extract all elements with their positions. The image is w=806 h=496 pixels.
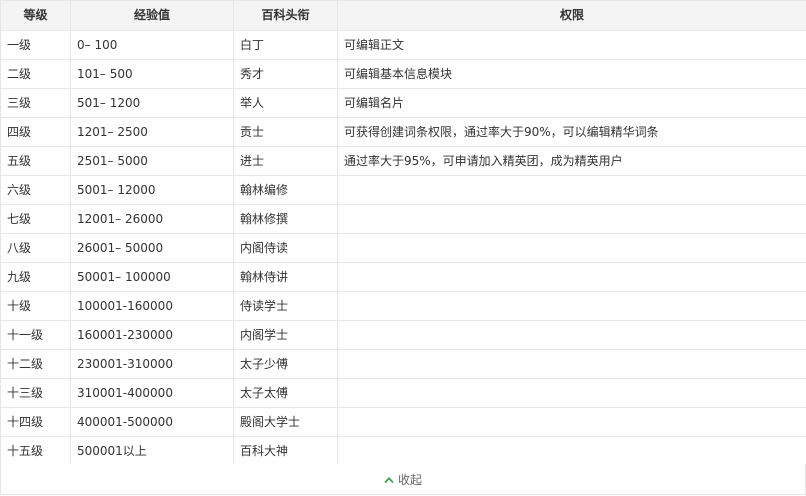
table-header-row: 等级 经验值 百科头衔 权限 — [0, 0, 806, 31]
cell-permission — [337, 407, 806, 437]
cell-title: 贡士 — [233, 117, 338, 147]
cell-permission — [337, 378, 806, 408]
cell-exp: 101– 500 — [70, 59, 234, 89]
table-row: 七级 12001– 26000 翰林修撰 — [0, 204, 806, 234]
table-row: 十一级 160001-230000 内阁学士 — [0, 320, 806, 350]
cell-permission — [337, 175, 806, 205]
cell-exp: 310001-400000 — [70, 378, 234, 408]
table-row: 八级 26001– 50000 内阁侍读 — [0, 233, 806, 263]
cell-title: 白丁 — [233, 30, 338, 60]
cell-level: 十四级 — [0, 407, 71, 437]
collapse-label: 收起 — [397, 472, 422, 487]
table-row: 三级 501– 1200 举人 可编辑名片 — [0, 88, 806, 118]
cell-exp: 5001– 12000 — [70, 175, 234, 205]
cell-title: 内阁侍读 — [233, 233, 338, 263]
cell-permission — [337, 349, 806, 379]
cell-exp: 26001– 50000 — [70, 233, 234, 263]
cell-permission: 可编辑正文 — [337, 30, 806, 60]
cell-level: 十级 — [0, 291, 71, 321]
header-permission: 权限 — [337, 0, 806, 31]
cell-level: 十五级 — [0, 436, 71, 466]
cell-title: 进士 — [233, 146, 338, 176]
cell-title: 百科大神 — [233, 436, 338, 466]
cell-level: 六级 — [0, 175, 71, 205]
cell-exp: 2501– 5000 — [70, 146, 234, 176]
cell-level: 五级 — [0, 146, 71, 176]
cell-exp: 230001-310000 — [70, 349, 234, 379]
cell-level: 二级 — [0, 59, 71, 89]
cell-permission: 可获得创建词条权限，通过率大于90%，可以编辑精华词条 — [337, 117, 806, 147]
cell-level: 一级 — [0, 30, 71, 60]
table-row: 四级 1201– 2500 贡士 可获得创建词条权限，通过率大于90%，可以编辑… — [0, 117, 806, 147]
header-title: 百科头衔 — [233, 0, 338, 31]
cell-permission: 通过率大于95%，可申请加入精英团，成为精英用户 — [337, 146, 806, 176]
cell-permission: 可编辑基本信息模块 — [337, 59, 806, 89]
cell-title: 翰林修撰 — [233, 204, 338, 234]
cell-title: 举人 — [233, 88, 338, 118]
cell-title: 翰林侍讲 — [233, 262, 338, 292]
table-row: 十四级 400001-500000 殿阁大学士 — [0, 407, 806, 437]
cell-exp: 12001– 26000 — [70, 204, 234, 234]
chevron-up-icon — [384, 474, 394, 484]
cell-title: 翰林编修 — [233, 175, 338, 205]
cell-exp: 400001-500000 — [70, 407, 234, 437]
cell-title: 太子少傅 — [233, 349, 338, 379]
table-row: 十级 100001-160000 侍读学士 — [0, 291, 806, 321]
header-exp: 经验值 — [70, 0, 234, 31]
cell-exp: 501– 1200 — [70, 88, 234, 118]
cell-title: 殿阁大学士 — [233, 407, 338, 437]
table-row: 十三级 310001-400000 太子太傅 — [0, 378, 806, 408]
cell-title: 内阁学士 — [233, 320, 338, 350]
table-row: 十五级 500001以上 百科大神 — [0, 436, 806, 466]
table-row: 五级 2501– 5000 进士 通过率大于95%，可申请加入精英团，成为精英用… — [0, 146, 806, 176]
cell-permission: 可编辑名片 — [337, 88, 806, 118]
cell-exp: 50001– 100000 — [70, 262, 234, 292]
cell-permission — [337, 291, 806, 321]
collapse-button[interactable]: 收起 — [0, 464, 806, 495]
cell-permission — [337, 233, 806, 263]
cell-permission — [337, 204, 806, 234]
cell-title: 太子太傅 — [233, 378, 338, 408]
cell-level: 三级 — [0, 88, 71, 118]
cell-level: 十一级 — [0, 320, 71, 350]
table-row: 六级 5001– 12000 翰林编修 — [0, 175, 806, 205]
table-row: 九级 50001– 100000 翰林侍讲 — [0, 262, 806, 292]
cell-level: 十三级 — [0, 378, 71, 408]
table-row: 二级 101– 500 秀才 可编辑基本信息模块 — [0, 59, 806, 89]
cell-level: 七级 — [0, 204, 71, 234]
cell-exp: 500001以上 — [70, 436, 234, 466]
cell-exp: 160001-230000 — [70, 320, 234, 350]
header-level: 等级 — [0, 0, 71, 31]
cell-permission — [337, 320, 806, 350]
cell-level: 十二级 — [0, 349, 71, 379]
cell-exp: 0– 100 — [70, 30, 234, 60]
cell-exp: 100001-160000 — [70, 291, 234, 321]
cell-level: 九级 — [0, 262, 71, 292]
cell-level: 四级 — [0, 117, 71, 147]
level-table: 等级 经验值 百科头衔 权限 一级 0– 100 白丁 可编辑正文 二级 101… — [0, 0, 806, 466]
cell-title: 侍读学士 — [233, 291, 338, 321]
cell-permission — [337, 436, 806, 466]
cell-title: 秀才 — [233, 59, 338, 89]
cell-level: 八级 — [0, 233, 71, 263]
table-row: 十二级 230001-310000 太子少傅 — [0, 349, 806, 379]
cell-permission — [337, 262, 806, 292]
table-row: 一级 0– 100 白丁 可编辑正文 — [0, 30, 806, 60]
cell-exp: 1201– 2500 — [70, 117, 234, 147]
level-table-container: 等级 经验值 百科头衔 权限 一级 0– 100 白丁 可编辑正文 二级 101… — [0, 0, 806, 496]
